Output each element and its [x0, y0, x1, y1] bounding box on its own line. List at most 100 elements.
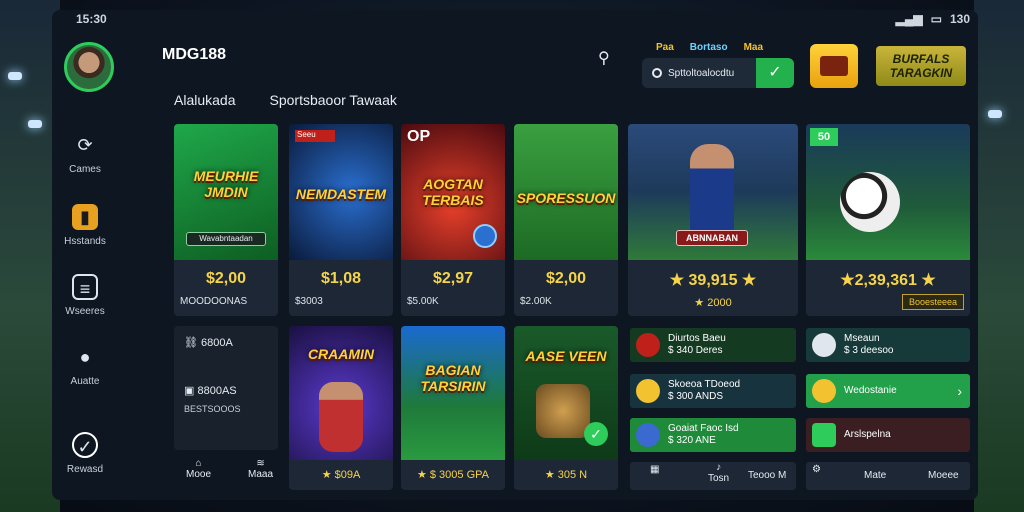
promo-gold-button[interactable]: BURFALS TARAGKIN — [876, 46, 966, 86]
sidebar-item-label: Rewasd — [66, 464, 104, 475]
sidebar-item-games[interactable]: ⟳ Cames — [52, 132, 118, 175]
list-item[interactable]: Arslspelna — [806, 418, 970, 452]
battery-label: 130 — [949, 12, 970, 26]
menu-icon: ≋ — [256, 458, 265, 469]
tab-all[interactable]: Alalukada — [174, 92, 236, 108]
stat-row: ⛓ 6800A — [184, 336, 233, 349]
bottom-nav-item[interactable]: ♪ Tosn — [708, 462, 729, 484]
check-icon: ✓ — [584, 422, 608, 446]
bottom-nav-label[interactable]: Teooo M — [748, 470, 786, 481]
game-card[interactable]: MEURHIE JMDIN Wavabntaadan $2,00 MOODOON… — [174, 124, 278, 316]
search-icon[interactable]: ⚲ — [598, 48, 610, 68]
signal-icon: ▂▄▆ — [895, 12, 923, 26]
game-card-tag: Seeu — [295, 130, 335, 142]
game-card-tag: OP — [407, 128, 431, 145]
avatar[interactable] — [64, 42, 114, 92]
sidebar-item-label: Cames — [69, 164, 101, 175]
list-item[interactable]: Wedostanie › — [806, 374, 970, 408]
treasure-chest-icon[interactable] — [810, 44, 858, 88]
bottom-nav-item[interactable]: ▦ — [650, 464, 659, 475]
list-item[interactable]: Skoeoa TDoeod $ 300 ANDS — [630, 374, 796, 408]
stat-sub: BESTSOOOS — [184, 404, 241, 414]
game-card[interactable]: AASE VEEN ✓ ★ 305 N — [514, 326, 618, 490]
promo-item[interactable]: Bortaso — [690, 42, 728, 53]
game-card-art: 50 — [806, 124, 970, 260]
search-circle-icon — [652, 68, 662, 78]
game-card-title: NEMDASTEM — [295, 186, 387, 202]
list-item-label: Arslspelna — [844, 429, 891, 440]
sidebar-item-scores[interactable]: ≡ Wseeres — [52, 274, 118, 317]
bottom-nav-label[interactable]: Moeee — [928, 470, 959, 481]
search-value: Spttoltoalocdtu — [668, 67, 735, 79]
link-icon: ⛓ — [184, 337, 198, 349]
bottom-nav-item[interactable]: ≋ Maaa — [248, 458, 273, 480]
list-item-sub: $ 3 deesoo — [844, 345, 894, 356]
list-item-label: Wedostanie — [844, 385, 897, 396]
chevron-right-icon: › — [957, 383, 962, 399]
game-card-art: CRAAMIN — [289, 326, 393, 460]
stadium-background-left — [0, 0, 60, 512]
game-card[interactable]: CRAAMIN ★ $09A — [289, 326, 393, 490]
stats-panel: ⛓ 6800A ▣ 8800AS BESTSOOOS — [174, 326, 278, 450]
game-card-button[interactable]: Wavabntaadan — [186, 232, 266, 246]
search-input[interactable]: Spttoltoalocdtu ✓ — [642, 58, 794, 88]
bell-icon: ♪ — [716, 462, 722, 473]
brand-logo[interactable]: MDG188 — [162, 46, 226, 64]
bottom-nav-item[interactable]: ⌂ Mooe — [186, 458, 211, 480]
soccer-ball-icon — [840, 172, 900, 232]
game-card[interactable]: BAGIAN TARSIRIN ★ $ 3005 GPA — [401, 326, 505, 490]
sidebar-item-rewards[interactable]: ✓ Rewasd — [52, 432, 118, 475]
bottom-nav-label[interactable]: Mate — [864, 470, 886, 481]
list-item[interactable]: Mseaun $ 3 deesoo — [806, 328, 970, 362]
game-card-title: ABNNABAN — [676, 230, 748, 246]
list-item-label: Goaiat Faoc Isd — [668, 423, 739, 434]
game-card-title: AASE VEEN — [525, 348, 607, 364]
shield-icon — [812, 423, 836, 447]
promo-item[interactable]: Paa — [656, 42, 674, 53]
bottom-nav-label: Maaa — [248, 469, 274, 480]
home-icon: ⌂ — [195, 458, 202, 469]
game-card[interactable]: OP AOGTAN TERBAIS $2,97 $5.00K — [401, 124, 505, 316]
settings-icon[interactable]: ⚙ — [812, 464, 821, 475]
list-item[interactable]: Goaiat Faoc Isd $ 320 ANE — [630, 418, 796, 452]
status-time: 15:30 — [76, 12, 107, 26]
floodlight — [988, 110, 1002, 118]
game-card[interactable]: SPORESSUON $2,00 $2.00K — [514, 124, 618, 316]
game-card-meta: ★ $09A — [321, 469, 361, 481]
stadium-background-right — [974, 0, 1024, 512]
game-card-art: NEMDASTEM Seeu — [289, 124, 393, 260]
search-submit-button[interactable]: ✓ — [756, 58, 794, 88]
game-card-featured[interactable]: ABNNABAN ★ 39,915 ★ ★ 2000 — [628, 124, 798, 316]
tab-sportsbook[interactable]: Sportsbaoor Tawaak — [270, 92, 397, 108]
list-item-sub: $ 340 Deres — [668, 345, 723, 356]
game-card-art: MEURHIE JMDIN Wavabntaadan — [174, 124, 278, 260]
sidebar-item-account[interactable]: ● Auatte — [52, 344, 118, 387]
game-card-price: $2,00 — [205, 270, 247, 287]
game-card[interactable]: NEMDASTEM Seeu $1,08 $3003 — [289, 124, 393, 316]
list-item-sub: $ 300 ANDS — [668, 391, 724, 402]
list-item[interactable]: Diurtos Baeu $ 340 Deres — [630, 328, 796, 362]
game-card-sub: $5.00K — [407, 296, 439, 307]
battery-icon: ▭ — [930, 12, 942, 26]
game-card-sub[interactable]: Booesteeea — [902, 294, 964, 310]
user-icon: ● — [79, 347, 91, 367]
game-card-art: SPORESSUON — [514, 124, 618, 260]
list-item-label: Mseaun — [844, 333, 880, 344]
sidebar-item-label: Hsstands — [64, 236, 106, 247]
game-card-price: $2,97 — [432, 270, 474, 287]
bottom-nav-label: Mooe — [186, 469, 212, 480]
game-card-sub: MOODOONAS — [180, 296, 248, 307]
promo-item[interactable]: Maa — [744, 42, 763, 53]
game-card-title: SPORESSUON — [516, 190, 616, 206]
game-card-title: CRAAMIN — [307, 346, 375, 362]
sidebar-item-standings[interactable]: ▮ Hsstands — [52, 204, 118, 247]
stat-label: 8800AS — [197, 385, 237, 397]
floodlight — [28, 120, 42, 128]
team-badge-icon — [636, 423, 660, 447]
game-card-price: $2,00 — [545, 270, 587, 287]
player-figure — [690, 144, 734, 240]
game-card-title: MEURHIE JMDIN — [193, 168, 259, 200]
list-item-label: Skoeoa TDoeod — [668, 379, 741, 390]
team-badge-icon — [636, 333, 660, 357]
game-card-featured[interactable]: 50 ★2,39,361 ★ Booesteeea — [806, 124, 970, 316]
